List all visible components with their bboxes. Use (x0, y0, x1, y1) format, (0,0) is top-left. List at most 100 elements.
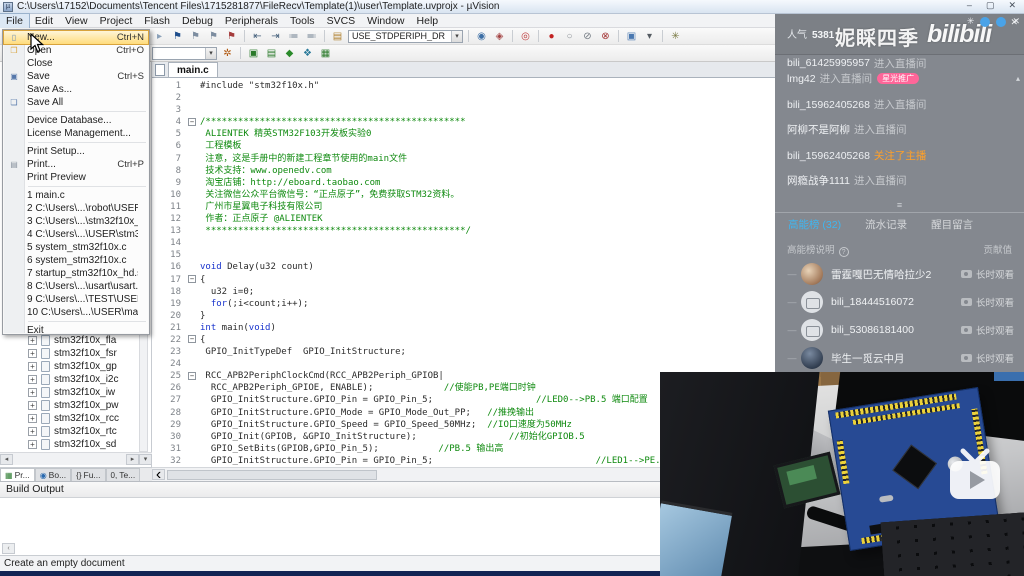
menu-item-8-c-users-usart-usart-c[interactable]: 8 C:\Users\...\usart\usart.c (4, 280, 148, 293)
tree-item-stm32f10x_iw[interactable]: +stm32f10x_iw (0, 386, 140, 399)
tree-item-stm32f10x_fsr[interactable]: +stm32f10x_fsr (0, 347, 140, 360)
indent-icon[interactable]: ⇥ (268, 29, 283, 44)
project-tree-hscrollbar[interactable]: ◂ ▸ ▾ (0, 452, 152, 465)
configure-wrench-icon[interactable]: ✳ (668, 29, 683, 44)
overlay-tab-other[interactable]: 流水记录 (865, 217, 907, 232)
menu-item-9-c-users-test-user-main-c[interactable]: 9 C:\Users\...\TEST\USER\main.c (4, 293, 148, 306)
chevron-down-icon[interactable]: ▾ (205, 48, 216, 59)
panel-tab-fu[interactable]: {}Fu... (71, 468, 105, 481)
menu-edit[interactable]: Edit (29, 14, 59, 28)
breakpoint-killall-icon[interactable]: ⊗ (598, 29, 613, 44)
menu-item-save-all[interactable]: ❏Save All (4, 96, 148, 109)
expand-plus-icon[interactable]: + (28, 336, 37, 345)
scroll-down-icon[interactable]: ▾ (139, 454, 152, 465)
menu-item-6-system-stm32f10x-c[interactable]: 6 system_stm32f10x.c (4, 254, 148, 267)
menu-item-exit[interactable]: Exit (4, 324, 148, 337)
menu-item-2-c-users-robot-user-main-c[interactable]: 2 C:\Users\...\robot\USER\main.c (4, 202, 148, 215)
menu-item-print-preview[interactable]: Print Preview (4, 171, 148, 184)
chat-scroll-up-icon[interactable]: ▴ (1016, 74, 1020, 83)
define-combo[interactable]: USE_STDPERIPH_DR▾ (348, 30, 463, 43)
minimize-button[interactable]: – (967, 0, 972, 11)
tree-item-stm32f10x_pw[interactable]: +stm32f10x_pw (0, 399, 140, 412)
menu-file[interactable]: File (0, 14, 29, 28)
menu-debug[interactable]: Debug (176, 14, 219, 28)
menu-item-4-c-users-user-stm32f10x-h[interactable]: 4 C:\Users\...\USER\stm32f10x.h (4, 228, 148, 241)
bookmark-prev-icon[interactable]: ⚑ (188, 29, 203, 44)
expand-plus-icon[interactable]: + (28, 440, 37, 449)
build-icon[interactable]: ▤ (264, 46, 279, 61)
menu-item-1-main-c[interactable]: 1 main.c (4, 189, 148, 202)
comment-icon[interactable]: ≔ (286, 29, 301, 44)
menu-peripherals[interactable]: Peripherals (219, 14, 284, 28)
fold-collapse-icon[interactable]: − (188, 118, 196, 126)
rebuild-icon[interactable]: ◆ (282, 46, 297, 61)
window-layout-icon[interactable]: ▣ (624, 29, 639, 44)
overlay-tab-rank[interactable]: 高能榜 (32) (788, 217, 841, 232)
expand-plus-icon[interactable]: + (28, 349, 37, 358)
translate-icon[interactable]: ▣ (246, 46, 261, 61)
expand-plus-icon[interactable]: + (28, 362, 37, 371)
panel-tab-te[interactable]: 0,Te... (106, 468, 141, 481)
fold-collapse-icon[interactable]: − (188, 372, 196, 380)
menu-item-license-management[interactable]: License Management... (4, 127, 148, 140)
scroll-left-icon[interactable]: ‹ (152, 469, 165, 480)
settings-gear-icon[interactable]: ✳ (967, 16, 975, 27)
find-in-files-icon[interactable]: ◉ (474, 29, 489, 44)
bookmark-toggle-icon[interactable]: ⚑ (170, 29, 185, 44)
close-button[interactable]: ✕ (1008, 0, 1016, 11)
info-icon[interactable]: ? (839, 247, 849, 257)
menu-svcs[interactable]: SVCS (321, 14, 362, 28)
scroll-right-icon[interactable]: ▸ (126, 454, 139, 465)
menu-view[interactable]: View (59, 14, 94, 28)
panel-tab-bo[interactable]: ◉Bo... (35, 468, 71, 481)
menu-project[interactable]: Project (94, 14, 139, 28)
menu-item-3-c-users-stm32f10x-conf-h[interactable]: 3 C:\Users\...\stm32f10x_conf.h (4, 215, 148, 228)
target-combo[interactable]: ▾ (152, 47, 217, 60)
expand-plus-icon[interactable]: + (28, 375, 37, 384)
tree-item-stm32f10x_i2c[interactable]: +stm32f10x_i2c (0, 373, 140, 386)
nav-forward-icon[interactable]: ▸ (152, 29, 167, 44)
overlay-tab-other[interactable]: 醒目留言 (931, 217, 973, 232)
menu-item-7-startup-stm32f10x-hd-s[interactable]: 7 startup_stm32f10x_hd.s (4, 267, 148, 280)
menu-tools[interactable]: Tools (284, 14, 321, 28)
bookmark-next-icon[interactable]: ⚑ (206, 29, 221, 44)
expand-plus-icon[interactable]: + (28, 388, 37, 397)
scrollbar-thumb[interactable] (167, 470, 377, 480)
chevron-down-icon[interactable]: ▾ (451, 31, 462, 42)
download-icon[interactable]: ▦ (318, 46, 333, 61)
tab-main-c[interactable]: main.c (168, 62, 218, 77)
fold-collapse-icon[interactable]: − (188, 275, 196, 283)
uncomment-icon[interactable]: ≕ (304, 29, 319, 44)
menu-item-print-setup[interactable]: Print Setup... (4, 145, 148, 158)
manage-book-icon[interactable]: ▤ (330, 29, 345, 44)
options-wand-icon[interactable]: ✲ (220, 46, 235, 61)
maximize-button[interactable]: ▢ (986, 0, 995, 11)
skin-icon[interactable] (980, 17, 990, 27)
bilibili-play-icon[interactable] (946, 448, 1004, 504)
debug-session-icon[interactable]: ◎ (518, 29, 533, 44)
menu-window[interactable]: Window (361, 14, 410, 28)
layout-dropdown-icon[interactable]: ▾ (642, 29, 657, 44)
unindent-icon[interactable]: ⇤ (250, 29, 265, 44)
tree-item-stm32f10x_gp[interactable]: +stm32f10x_gp (0, 360, 140, 373)
scroll-left-icon[interactable]: ‹ (2, 543, 15, 554)
menu-item-new[interactable]: ▯New...Ctrl+N (4, 31, 148, 44)
expand-plus-icon[interactable]: + (28, 401, 37, 410)
incremental-find-icon[interactable]: ◈ (492, 29, 507, 44)
project-tree-vscrollbar[interactable] (139, 334, 148, 452)
tree-item-stm32f10x_sd[interactable]: +stm32f10x_sd (0, 438, 140, 451)
menu-item-print[interactable]: ▤Print...Ctrl+P (4, 158, 148, 171)
panel-drag-handle[interactable]: ≡ (775, 200, 1024, 212)
scroll-left-icon[interactable]: ◂ (0, 454, 13, 465)
breakpoint-disable-icon[interactable]: ⊘ (580, 29, 595, 44)
breakpoint-insert-icon[interactable]: ● (544, 29, 559, 44)
menu-help[interactable]: Help (411, 14, 445, 28)
panel-tab-pr[interactable]: ▦Pr... (0, 468, 35, 481)
menu-item-open[interactable]: ❒OpenCtrl+O (4, 44, 148, 57)
bookmark-clear-icon[interactable]: ⚑ (224, 29, 239, 44)
fold-collapse-icon[interactable]: − (188, 335, 196, 343)
overlay-close-icon[interactable]: ✕ (1012, 16, 1020, 27)
menu-item-device-database[interactable]: Device Database... (4, 114, 148, 127)
pin-icon[interactable] (996, 17, 1006, 27)
menu-item-10-c-users-user-main-c[interactable]: 10 C:\Users\...\USER\main.c (4, 306, 148, 319)
